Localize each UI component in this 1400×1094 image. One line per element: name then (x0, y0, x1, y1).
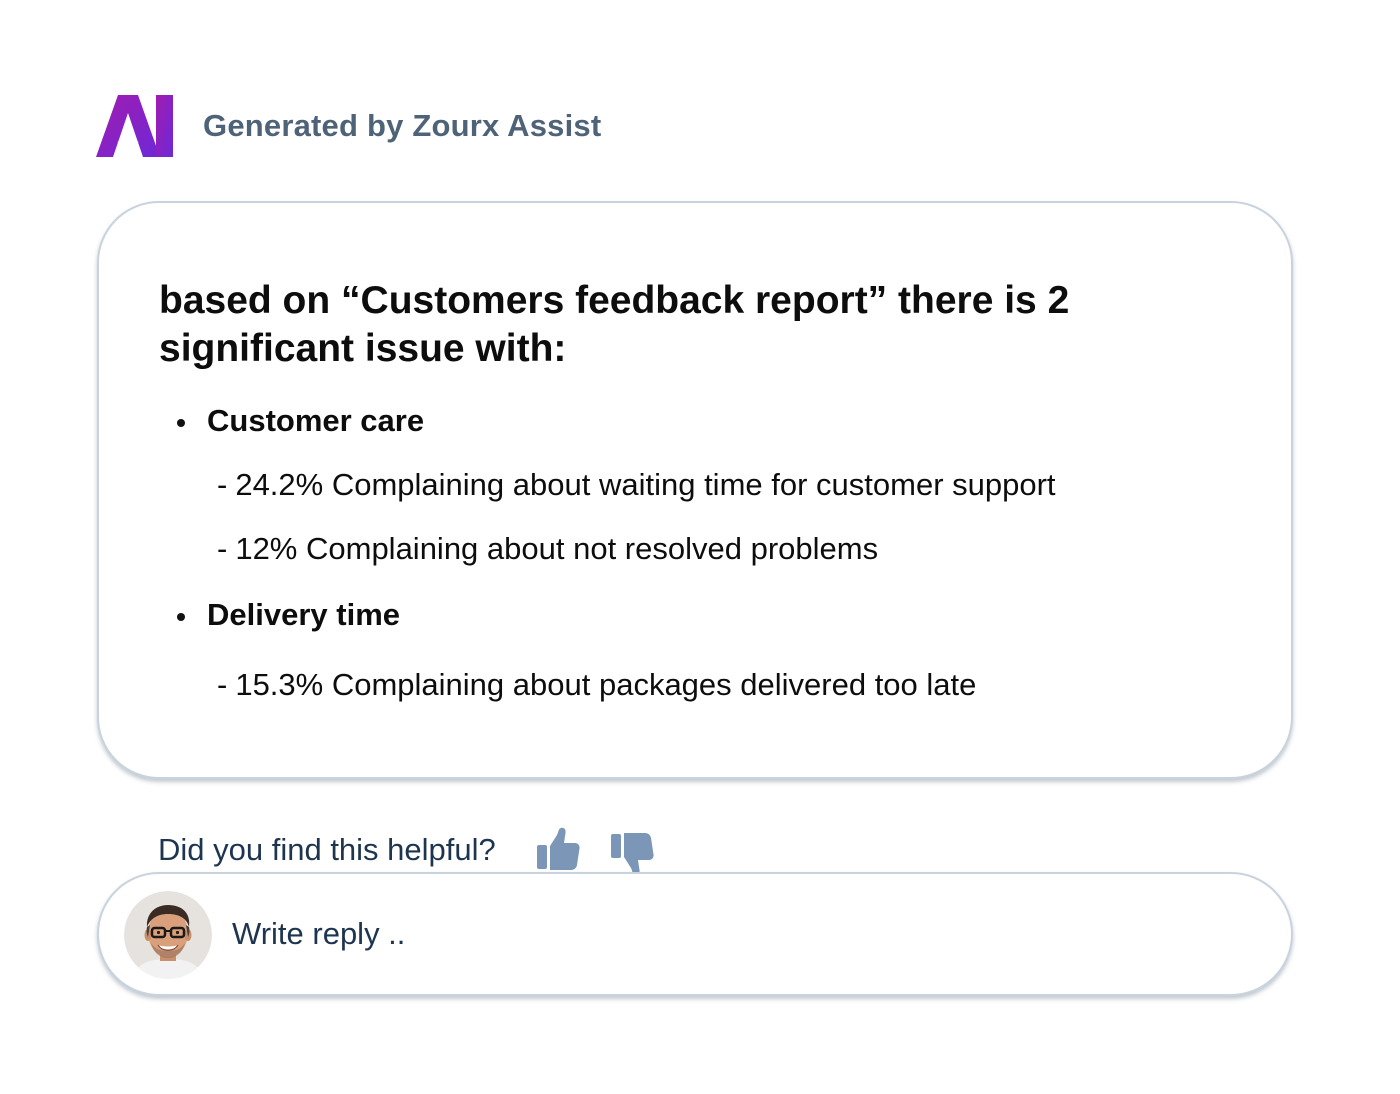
response-card: based on “Customers feedback report” the… (97, 201, 1293, 779)
reply-bar (97, 872, 1293, 996)
ai-logo-icon (96, 95, 173, 157)
user-avatar (124, 891, 212, 979)
header-title: Generated by Zourx Assist (203, 108, 602, 143)
reply-input[interactable] (232, 904, 1232, 964)
detail-dash: - (217, 667, 228, 702)
feedback-question: Did you find this helpful? (158, 832, 496, 867)
response-intro: based on “Customers feedback report” the… (159, 279, 1070, 370)
detail-dash: - (217, 467, 228, 502)
detail-text: 12% Complaining about not resolved probl… (235, 531, 879, 566)
thumbs-up-icon[interactable] (536, 827, 580, 873)
feedback-row: Did you find this helpful? (158, 824, 654, 876)
assistant-header: Generated by Zourx Assist (96, 95, 601, 157)
issue-detail: -15.3% Complaining about packages delive… (217, 667, 976, 703)
detail-dash: - (217, 531, 228, 566)
issue-detail: -24.2% Complaining about waiting time fo… (217, 467, 1056, 503)
issue-detail: -12% Complaining about not resolved prob… (217, 531, 878, 567)
issue-title: Customer care (176, 403, 425, 438)
thumbs-down-icon[interactable] (610, 830, 654, 876)
detail-text: 24.2% Complaining about waiting time for… (235, 467, 1056, 502)
issue-title: Delivery time (177, 597, 400, 632)
detail-text: 15.3% Complaining about packages deliver… (235, 667, 977, 702)
